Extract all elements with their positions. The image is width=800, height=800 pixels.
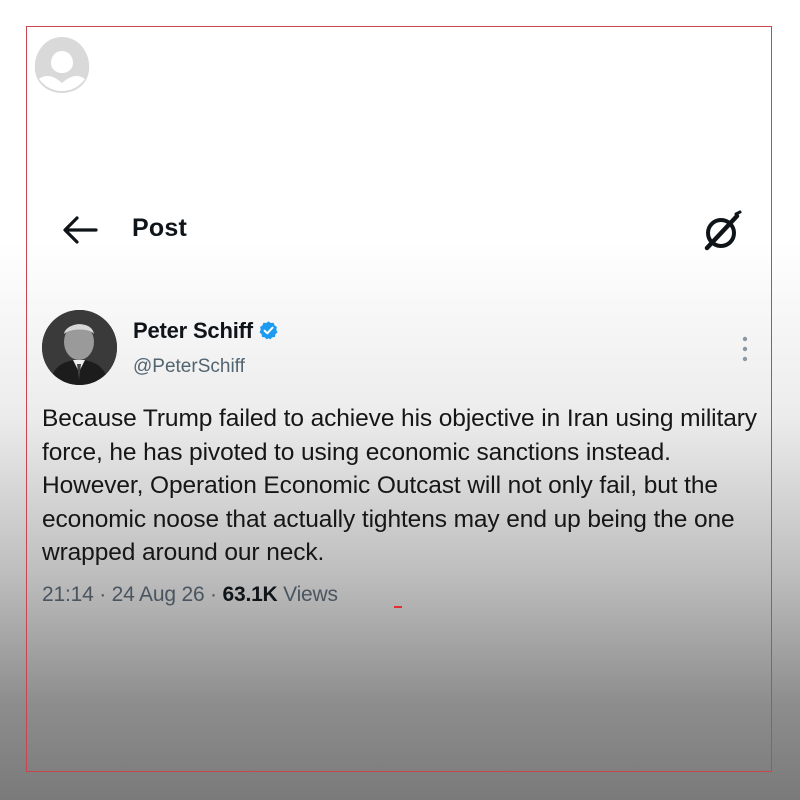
post-text: Because Trump failed to achieve his obje… [42, 405, 757, 566]
meta-separator: · [93, 583, 112, 606]
page-title: Post [132, 214, 187, 242]
grok-button[interactable] [700, 208, 746, 254]
grok-icon [704, 210, 742, 251]
image-frame [26, 26, 772, 772]
author-name-text: Peter Schiff [133, 318, 253, 343]
views-count[interactable]: 63.1K [222, 583, 277, 606]
verified-badge-icon [259, 321, 278, 340]
more-options-button[interactable] [733, 334, 757, 364]
author-handle[interactable]: @PeterSchiff [133, 356, 245, 378]
channel-logo [27, 27, 97, 103]
back-button[interactable] [60, 212, 100, 248]
avatar[interactable] [42, 310, 117, 385]
arrow-left-icon [63, 216, 98, 244]
post-header: Post [60, 206, 750, 254]
views-label: Views [277, 583, 338, 606]
post-meta: 21:14 · 24 Aug 26 · 63.1K Views [42, 583, 338, 607]
author-name[interactable]: Peter Schiff [133, 318, 279, 344]
red-marker [394, 606, 402, 608]
more-vertical-icon [742, 336, 748, 362]
post-time[interactable]: 21:14 [42, 583, 94, 606]
meta-separator: · [204, 583, 223, 606]
post-date[interactable]: 24 Aug 26 [112, 583, 205, 606]
